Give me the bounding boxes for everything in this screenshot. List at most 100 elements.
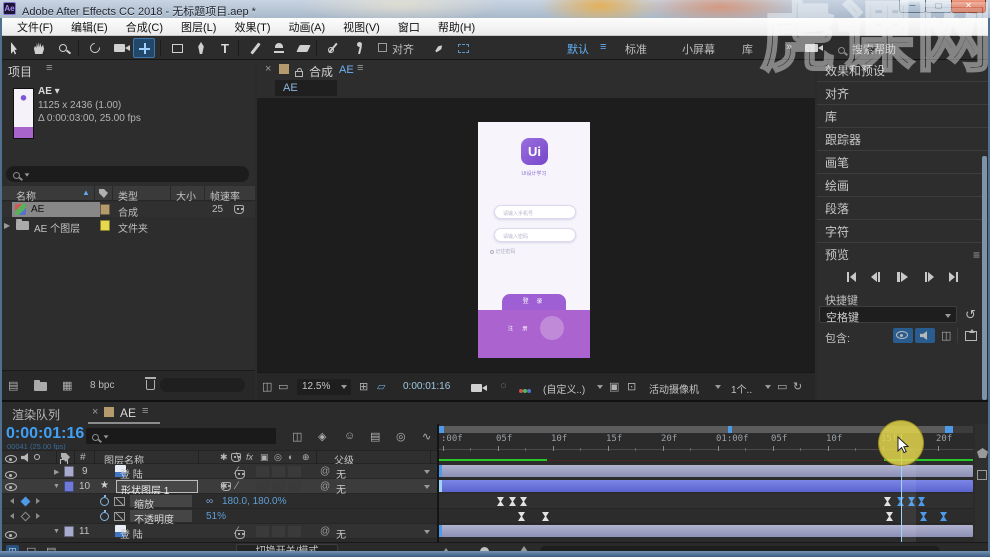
workspace-menu-icon[interactable]: ≡ (600, 41, 606, 53)
keyframe[interactable] (918, 497, 925, 506)
panel-header-2[interactable]: 库 (817, 106, 990, 128)
collapse-icon[interactable]: ✱ (220, 452, 228, 463)
include-overlays-icon[interactable]: ◫ (941, 329, 951, 342)
label-chip[interactable] (100, 204, 110, 215)
keyframe[interactable] (884, 497, 891, 506)
comp-name-row[interactable]: AE ▾ (38, 86, 60, 97)
keyframe[interactable] (509, 497, 516, 506)
minimize-button[interactable]: ─ (899, 0, 926, 13)
pen-tool[interactable] (190, 38, 212, 58)
quality-icon[interactable]: ∖ (234, 452, 240, 463)
tab-project[interactable]: 项目 (8, 63, 32, 80)
layer-duration-bar-selected[interactable] (439, 480, 973, 492)
tab-close-icon[interactable]: × (92, 406, 98, 418)
keyframe[interactable] (886, 512, 893, 521)
workspace-tab-small-screen[interactable]: 小屏幕 (682, 41, 715, 57)
timeline-search-input[interactable] (86, 428, 276, 444)
panel-header-preview[interactable]: 预览 ≡ (817, 244, 990, 266)
keyframe[interactable] (940, 512, 947, 521)
menu-item[interactable]: 窗口 (389, 19, 429, 35)
panel-header-5[interactable]: 绘画 (817, 175, 990, 197)
keyframe[interactable] (920, 512, 927, 521)
show-snapshot-icon[interactable]: ▭ (278, 380, 288, 393)
play-button[interactable] (897, 272, 908, 282)
audio-icon[interactable] (21, 453, 29, 462)
eye-icon[interactable] (5, 471, 17, 479)
comp-button-icon[interactable] (977, 470, 987, 480)
tab-render-queue[interactable]: 渲染队列 (12, 406, 60, 423)
first-frame-button[interactable] (847, 272, 856, 282)
table-row[interactable]: AE 合成 25 (0, 202, 255, 219)
add-keyframe-icon[interactable] (20, 496, 31, 507)
label-chip[interactable] (64, 466, 74, 477)
draft-3d-icon[interactable]: ◈ (318, 430, 326, 443)
three-d-icon[interactable]: ⊕ (302, 452, 310, 463)
menu-item[interactable]: 动画(A) (280, 19, 335, 35)
include-video-button[interactable] (893, 328, 913, 343)
add-keyframe-icon[interactable] (20, 511, 31, 522)
clone-stamp-tool[interactable] (268, 38, 290, 58)
constrain-link-icon[interactable]: ∞ (206, 496, 213, 507)
keyframe[interactable] (497, 497, 504, 506)
property-name-chip[interactable]: 不透明度 (130, 510, 192, 526)
frame-blend-icon[interactable]: ▣ (260, 452, 269, 463)
panel-header-6[interactable]: 段落 (817, 198, 990, 220)
pan-behind-tool[interactable] (133, 38, 155, 58)
color-depth-button[interactable]: 8 bpc (90, 380, 114, 391)
comp-viewer[interactable]: Ui UI设计学习 请输入手机号 请输入密码 记住密码 登 录 注 册 (257, 98, 815, 372)
stopwatch-icon[interactable] (100, 510, 109, 521)
shy-layers-icon[interactable]: ☺ (344, 430, 355, 442)
snapshot-camera-icon[interactable] (471, 384, 487, 392)
graph-icon[interactable] (114, 512, 125, 521)
pickwhip-icon[interactable]: @ (320, 481, 330, 492)
label-chip[interactable] (64, 481, 74, 492)
type-tool[interactable]: T (214, 38, 236, 58)
panel-header-1[interactable]: 对齐 (817, 83, 990, 105)
eye-icon[interactable] (5, 483, 17, 491)
trash-icon[interactable] (145, 377, 157, 390)
menu-item[interactable]: 合成(C) (117, 19, 172, 35)
column-name[interactable]: 名称 (16, 188, 36, 203)
reset-icon[interactable]: ↺ (965, 307, 976, 323)
quality-switch[interactable]: ∕ (236, 480, 238, 492)
timeline-track-area[interactable]: :00f05f10f15f20f01:00f05f10f15f20f (439, 420, 973, 542)
layer-row-selected[interactable]: ▼ 10 ★ 形状图层 1 ✱ ∕ @ 无 (0, 479, 437, 497)
twirl-icon[interactable]: ▶ (54, 468, 59, 476)
layer-name-box[interactable]: 形状图层 1 (116, 480, 198, 497)
chevron-down-icon[interactable] (424, 485, 430, 489)
workspace-tab-default[interactable]: 默认 (567, 41, 589, 57)
rectangle-tool[interactable] (166, 38, 188, 58)
channel-icon[interactable]: ○ (500, 380, 507, 392)
grid-guides-icon[interactable]: ⊞ (359, 380, 368, 393)
label-column-icon[interactable] (99, 189, 108, 198)
rotation-tool[interactable] (84, 38, 106, 58)
twirl-icon[interactable]: ▼ (53, 483, 60, 490)
prev-keyframe-icon[interactable] (10, 513, 14, 519)
label-chip[interactable] (64, 526, 74, 537)
refresh-icon[interactable]: ↻ (793, 380, 802, 393)
roto-brush-tool[interactable] (322, 38, 344, 58)
collapse-switch[interactable]: ✱ (220, 481, 228, 492)
zoom-tool[interactable] (52, 38, 74, 58)
snap-icon[interactable] (428, 38, 450, 58)
property-value[interactable]: 51% (206, 511, 226, 522)
panel-header-7[interactable]: 字符 (817, 221, 990, 243)
menu-item[interactable]: 视图(V) (334, 19, 389, 35)
workspace-tab-library[interactable]: 库 (742, 41, 753, 57)
fx-icon[interactable]: fx (246, 452, 253, 462)
property-value[interactable]: 180.0, 180.0% (222, 496, 287, 507)
puppet-pin-tool[interactable] (348, 38, 370, 58)
chevron-down-icon[interactable] (424, 530, 430, 534)
menu-item[interactable]: 效果(T) (225, 19, 279, 35)
frame-blending-icon[interactable]: ▤ (370, 430, 380, 443)
graph-editor-icon[interactable]: ∿ (422, 430, 431, 443)
workspace-tab-standard[interactable]: 标准 (625, 41, 647, 57)
keyframe[interactable] (518, 512, 525, 521)
comp-marker-icon[interactable] (977, 448, 988, 458)
rgb-channels-icon[interactable] (519, 384, 531, 396)
quality-switch[interactable]: ∕ (236, 465, 238, 477)
layer-row[interactable]: ▶ 9 登 陆 ∕ @ 无 (0, 464, 437, 481)
label-chip[interactable] (100, 220, 110, 231)
pickwhip-icon[interactable]: @ (320, 526, 330, 537)
transparency-grid-icon[interactable]: ⊡ (627, 380, 636, 393)
